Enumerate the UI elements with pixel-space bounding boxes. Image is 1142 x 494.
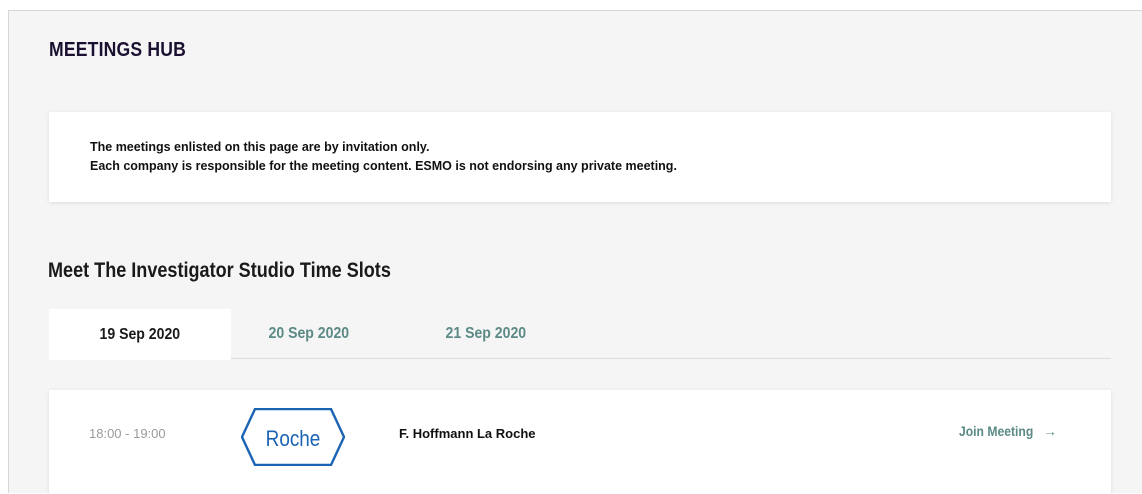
- tab-label: 19 Sep 2020: [99, 325, 181, 343]
- meetings-hub-page: MEETINGS HUB The meetings enlisted on th…: [8, 10, 1142, 494]
- notice-line-2: Each company is responsible for the meet…: [90, 159, 677, 173]
- date-tabs: 19 Sep 2020 20 Sep 2020 21 Sep 2020: [49, 309, 1111, 360]
- company-name: F. Hoffmann La Roche: [399, 426, 536, 441]
- tab-20-sep-2020[interactable]: 20 Sep 2020: [249, 309, 369, 359]
- notice-line-1: The meetings enlisted on this page are b…: [90, 140, 430, 154]
- section-title: Meet The Investigator Studio Time Slots: [48, 259, 391, 282]
- time-slot-card: 18:00 - 19:00 Roche F. Hoffmann La Roche…: [49, 390, 1111, 494]
- join-meeting-link[interactable]: Join Meeting →: [959, 424, 1057, 439]
- roche-logo: Roche: [241, 408, 345, 466]
- tab-21-sep-2020[interactable]: 21 Sep 2020: [421, 309, 551, 359]
- join-meeting-label: Join Meeting: [959, 424, 1034, 439]
- slot-time: 18:00 - 19:00: [89, 426, 166, 441]
- invitation-notice: The meetings enlisted on this page are b…: [49, 112, 1111, 202]
- roche-logo-text: Roche: [266, 427, 321, 452]
- tab-label: 20 Sep 2020: [268, 325, 350, 342]
- tab-label: 21 Sep 2020: [445, 325, 527, 342]
- tab-19-sep-2020[interactable]: 19 Sep 2020: [49, 309, 231, 360]
- arrow-right-icon: →: [1043, 424, 1057, 439]
- page-title: MEETINGS HUB: [49, 39, 187, 61]
